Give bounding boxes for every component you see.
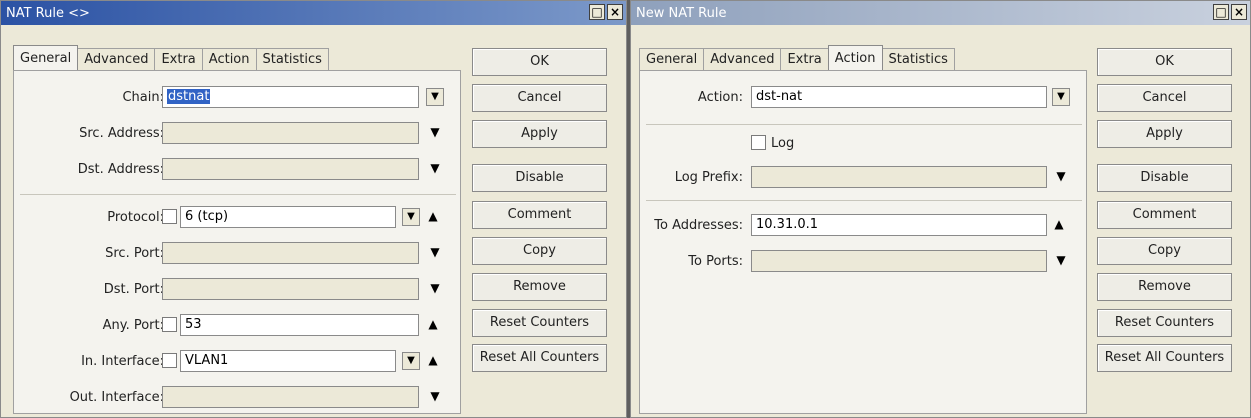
protocol-invert-checkbox[interactable]	[162, 209, 177, 224]
cancel-button[interactable]: Cancel	[1097, 84, 1232, 112]
log-checkbox[interactable]	[751, 135, 766, 150]
disable-button[interactable]: Disable	[472, 164, 607, 192]
out-interface-label: Out. Interface:	[69, 390, 164, 405]
in-interface-field[interactable]: VLAN1	[180, 350, 396, 372]
comment-button[interactable]: Comment	[472, 201, 607, 229]
tab-action[interactable]: Action	[827, 45, 883, 70]
new-nat-rule-window: New NAT Rule □ × General Advanced Extra …	[630, 0, 1251, 418]
out-interface-field[interactable]	[162, 386, 419, 408]
any-port-field[interactable]: 53	[180, 314, 419, 336]
collapse-icon[interactable]: ▲	[1052, 217, 1066, 231]
protocol-label: Protocol:	[107, 210, 164, 225]
tab-statistics[interactable]: Statistics	[255, 48, 329, 70]
maximize-icon[interactable]: □	[589, 4, 605, 20]
divider	[646, 124, 1082, 125]
nat-rule-window: NAT Rule <> □ × General Advanced Extra A…	[0, 0, 627, 418]
divider	[646, 200, 1082, 201]
window-title: NAT Rule <>	[6, 5, 90, 21]
any-port-invert-checkbox[interactable]	[162, 317, 177, 332]
action-label: Action:	[697, 90, 743, 105]
to-ports-label: To Ports:	[688, 254, 743, 269]
tab-general[interactable]: General	[13, 45, 79, 70]
dropdown-icon[interactable]: ▼	[1054, 253, 1068, 267]
title-bar[interactable]: NAT Rule <> □ ×	[1, 1, 626, 25]
apply-button[interactable]: Apply	[1097, 120, 1232, 148]
dropdown-icon[interactable]: ▼	[428, 245, 442, 259]
chain-field[interactable]: dstnat	[162, 86, 419, 108]
action-select-icon[interactable]: ▼	[1052, 88, 1070, 106]
log-label: Log	[771, 136, 795, 151]
remove-button[interactable]: Remove	[472, 273, 607, 301]
chain-value: dstnat	[167, 89, 211, 104]
copy-button[interactable]: Copy	[1097, 237, 1232, 265]
src-address-label: Src. Address:	[79, 126, 164, 141]
to-addresses-field[interactable]: 10.31.0.1	[751, 214, 1047, 236]
dropdown-icon[interactable]: ▼	[428, 125, 442, 139]
action-field[interactable]: dst-nat	[751, 86, 1047, 108]
in-interface-label: In. Interface:	[81, 354, 164, 369]
dropdown-icon[interactable]: ▼	[1054, 169, 1068, 183]
reset-all-counters-button[interactable]: Reset All Counters	[472, 344, 607, 372]
disable-button[interactable]: Disable	[1097, 164, 1232, 192]
in-interface-invert-checkbox[interactable]	[162, 353, 177, 368]
remove-button[interactable]: Remove	[1097, 273, 1232, 301]
log-prefix-field[interactable]	[751, 166, 1047, 188]
chain-select-icon[interactable]: ▼	[426, 88, 444, 106]
action-panel: Action: dst-nat ▼ Log Log Prefix: ▼ To A…	[639, 70, 1087, 414]
src-address-field[interactable]	[162, 122, 419, 144]
src-port-label: Src. Port:	[105, 246, 164, 261]
dst-address-field[interactable]	[162, 158, 419, 180]
general-panel: Chain: dstnat ▼ Src. Address: ▼ Dst. Add…	[13, 70, 461, 414]
dropdown-icon[interactable]: ▼	[428, 281, 442, 295]
apply-button[interactable]: Apply	[472, 120, 607, 148]
ok-button[interactable]: OK	[472, 48, 607, 76]
divider	[20, 194, 456, 195]
close-icon[interactable]: ×	[607, 4, 623, 20]
window-title: New NAT Rule	[636, 5, 727, 21]
chain-label: Chain:	[122, 90, 164, 105]
collapse-icon[interactable]: ▲	[426, 209, 440, 223]
protocol-field[interactable]: 6 (tcp)	[180, 206, 396, 228]
in-interface-select-icon[interactable]: ▼	[402, 352, 420, 370]
copy-button[interactable]: Copy	[472, 237, 607, 265]
comment-button[interactable]: Comment	[1097, 201, 1232, 229]
any-port-label: Any. Port:	[102, 318, 164, 333]
reset-all-counters-button[interactable]: Reset All Counters	[1097, 344, 1232, 372]
maximize-icon[interactable]: □	[1213, 4, 1229, 20]
dst-port-label: Dst. Port:	[103, 282, 164, 297]
tab-extra[interactable]: Extra	[780, 48, 829, 70]
dropdown-icon[interactable]: ▼	[428, 389, 442, 403]
title-bar[interactable]: New NAT Rule □ ×	[631, 1, 1250, 25]
tab-advanced[interactable]: Advanced	[703, 48, 782, 70]
tab-general[interactable]: General	[639, 48, 705, 70]
ok-button[interactable]: OK	[1097, 48, 1232, 76]
close-icon[interactable]: ×	[1231, 4, 1247, 20]
src-port-field[interactable]	[162, 242, 419, 264]
tab-action[interactable]: Action	[201, 48, 257, 70]
reset-counters-button[interactable]: Reset Counters	[1097, 309, 1232, 337]
cancel-button[interactable]: Cancel	[472, 84, 607, 112]
dst-address-label: Dst. Address:	[77, 162, 164, 177]
tab-advanced[interactable]: Advanced	[77, 48, 156, 70]
dropdown-icon[interactable]: ▼	[428, 161, 442, 175]
dst-port-field[interactable]	[162, 278, 419, 300]
reset-counters-button[interactable]: Reset Counters	[472, 309, 607, 337]
collapse-icon[interactable]: ▲	[426, 317, 440, 331]
to-ports-field[interactable]	[751, 250, 1047, 272]
collapse-icon[interactable]: ▲	[426, 353, 440, 367]
log-prefix-label: Log Prefix:	[674, 170, 743, 185]
to-addresses-label: To Addresses:	[654, 218, 743, 233]
protocol-select-icon[interactable]: ▼	[402, 208, 420, 226]
tab-extra[interactable]: Extra	[154, 48, 203, 70]
tab-statistics[interactable]: Statistics	[881, 48, 955, 70]
